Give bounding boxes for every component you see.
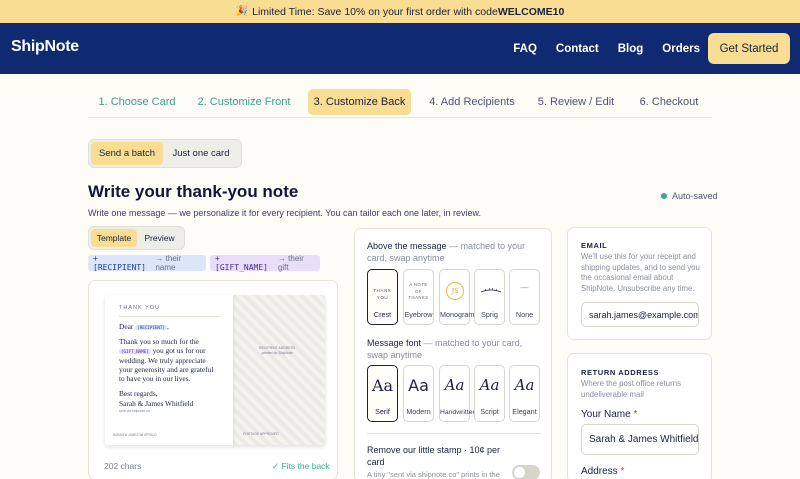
recipient-chip-hint: → their name — [155, 254, 182, 272]
header-option-crest[interactable]: THANK YOU Crest — [367, 269, 398, 325]
single-card-option[interactable]: Just one card — [163, 142, 239, 165]
return-name-footer: SARAH & JAMES WHITFIELD — [113, 433, 157, 437]
toggle-knob — [514, 467, 525, 478]
none-preview: — — [520, 283, 529, 292]
email-input[interactable]: sarah.james@example.com — [581, 302, 699, 327]
address-side: RECIPIENT ADDRESS printed by ShipNote PO… — [233, 295, 325, 445]
step-customize-front[interactable]: 2. Customize Front — [194, 89, 294, 115]
step-add-recipients[interactable]: 4. Add Recipients — [426, 89, 518, 115]
view-toggle: Template Preview — [88, 226, 185, 250]
font-option-serif[interactable]: Aa Serif — [367, 365, 398, 422]
email-panel: EMAIL We'll use this for your receipt an… — [567, 227, 712, 340]
signature-line: Sarah & James Whitfield — [119, 398, 194, 408]
font-option-handwritten[interactable]: Aa Handwritten — [439, 365, 476, 422]
page-subtitle: Write one message — we personalize it fo… — [88, 208, 482, 218]
design-options-panel: Above the message — matched to your card… — [354, 228, 552, 479]
gift-chip-hint: → their gift — [277, 254, 304, 272]
eyebrow-preview: A NOTE OF THANKS — [408, 282, 429, 301]
your-name-label: Your Name * — [581, 409, 638, 420]
party-icon: 🎉 — [235, 6, 249, 17]
return-address-description: Where the post office returns undelivera… — [581, 379, 681, 399]
closing-line: Best regards, — [119, 389, 158, 399]
font-option-elegant[interactable]: Aa Elegant — [509, 365, 540, 422]
shipnote-stamp: sent via shipnote.co — [119, 408, 150, 413]
font-option-modern[interactable]: Aa Modern — [403, 365, 434, 422]
header-option-none[interactable]: — None — [509, 269, 540, 325]
gift-chip-label: + [GIFT_NAME] — [215, 254, 268, 272]
step-review-edit[interactable]: 5. Review / Edit — [536, 89, 616, 115]
crest-preview: THANK YOU — [373, 288, 392, 301]
get-started-button[interactable]: Get Started — [708, 33, 790, 64]
your-name-input[interactable]: Sarah & James Whitfield — [581, 424, 699, 455]
fits-indicator: ✓ Fits the back — [272, 461, 330, 471]
email-description: We'll use this for your receipt and ship… — [581, 252, 700, 293]
address-label: Address * — [581, 466, 625, 477]
page-title: Write your thank-you note — [88, 182, 299, 201]
card-header: THANK YOU — [119, 305, 219, 317]
step-tabs: 1. Choose Card 2. Customize Front 3. Cus… — [88, 88, 712, 118]
gift-token: [GIFT_NAME] — [119, 349, 151, 355]
email-title: EMAIL — [581, 241, 608, 250]
preview-tab[interactable]: Preview — [137, 229, 182, 247]
char-count: 202 chars — [104, 461, 142, 471]
header-option-monogram[interactable]: JS Monogram — [439, 269, 474, 325]
promo-banner: 🎉 Limited Time: Save 10% on your first o… — [0, 0, 800, 23]
step-choose-card[interactable]: 1. Choose Card — [88, 89, 186, 115]
send-mode-toggle: Send a batch Just one card — [88, 139, 242, 168]
message-font-label: Message font — matched to your card, swa… — [367, 338, 523, 361]
promo-code: WELCOME10 — [497, 5, 565, 18]
monogram-preview: JS — [446, 282, 464, 300]
autosave-label: Auto-saved — [672, 191, 718, 201]
message-area[interactable]: THANK YOU Dear [RECIPIENT], Thank you so… — [105, 295, 233, 445]
step-customize-back[interactable]: 3. Customize Back — [308, 89, 411, 115]
remove-stamp-hint: A tiny "sent via shipnote.co" prints in … — [367, 470, 500, 479]
postage-mark: POSTAGE APPROVED — [243, 432, 279, 436]
autosave-status: Auto-saved — [661, 191, 718, 201]
return-address-title: RETURN ADDRESS — [581, 368, 660, 377]
card-back-preview: RECIPIENT ADDRESS printed by ShipNote PO… — [105, 295, 325, 445]
remove-stamp-label: Remove our little stamp · 10¢ per card — [367, 445, 501, 468]
logo[interactable]: ShipNote — [11, 38, 79, 56]
insert-recipient-chip[interactable]: + [RECIPIENT] → their name — [88, 254, 206, 272]
site-header: ShipNote FAQ Contact Blog Orders Get Sta… — [0, 23, 800, 74]
insert-gift-chip[interactable]: + [GIFT_NAME] → their gift — [210, 254, 320, 272]
nav-contact[interactable]: Contact — [556, 43, 599, 55]
template-tab[interactable]: Template — [91, 229, 137, 247]
recipient-address-placeholder: RECIPIENT ADDRESS printed by ShipNote — [259, 346, 296, 355]
step-checkout[interactable]: 6. Checkout — [634, 89, 704, 115]
status-dot-icon — [661, 193, 667, 199]
card-preview-panel: RECIPIENT ADDRESS printed by ShipNote PO… — [88, 280, 338, 479]
remove-stamp-toggle[interactable] — [512, 465, 540, 479]
nav-blog[interactable]: Blog — [618, 43, 644, 55]
nav-faq[interactable]: FAQ — [513, 43, 537, 55]
header-option-eyebrow[interactable]: A NOTE OF THANKS Eyebrow — [403, 269, 434, 325]
nav-orders[interactable]: Orders — [662, 43, 700, 55]
recipient-token: [RECIPIENT] — [135, 324, 167, 330]
message-body: Thank you so much for the [GIFT_NAME] yo… — [119, 337, 214, 384]
options-divider — [367, 433, 541, 434]
recipient-chip-label: + [RECIPIENT] — [93, 254, 146, 272]
above-message-label: Above the message — matched to your card… — [367, 241, 526, 264]
greeting-line: Dear [RECIPIENT], — [119, 321, 169, 331]
header-option-sprig[interactable]: Sprig — [474, 269, 505, 325]
return-address-panel: RETURN ADDRESS Where the post office ret… — [567, 353, 712, 479]
send-batch-option[interactable]: Send a batch — [91, 142, 163, 165]
font-option-script[interactable]: Aa Script — [474, 365, 505, 422]
promo-text: Limited Time: Save 10% on your first ord… — [252, 5, 498, 18]
sprig-icon — [480, 287, 502, 293]
